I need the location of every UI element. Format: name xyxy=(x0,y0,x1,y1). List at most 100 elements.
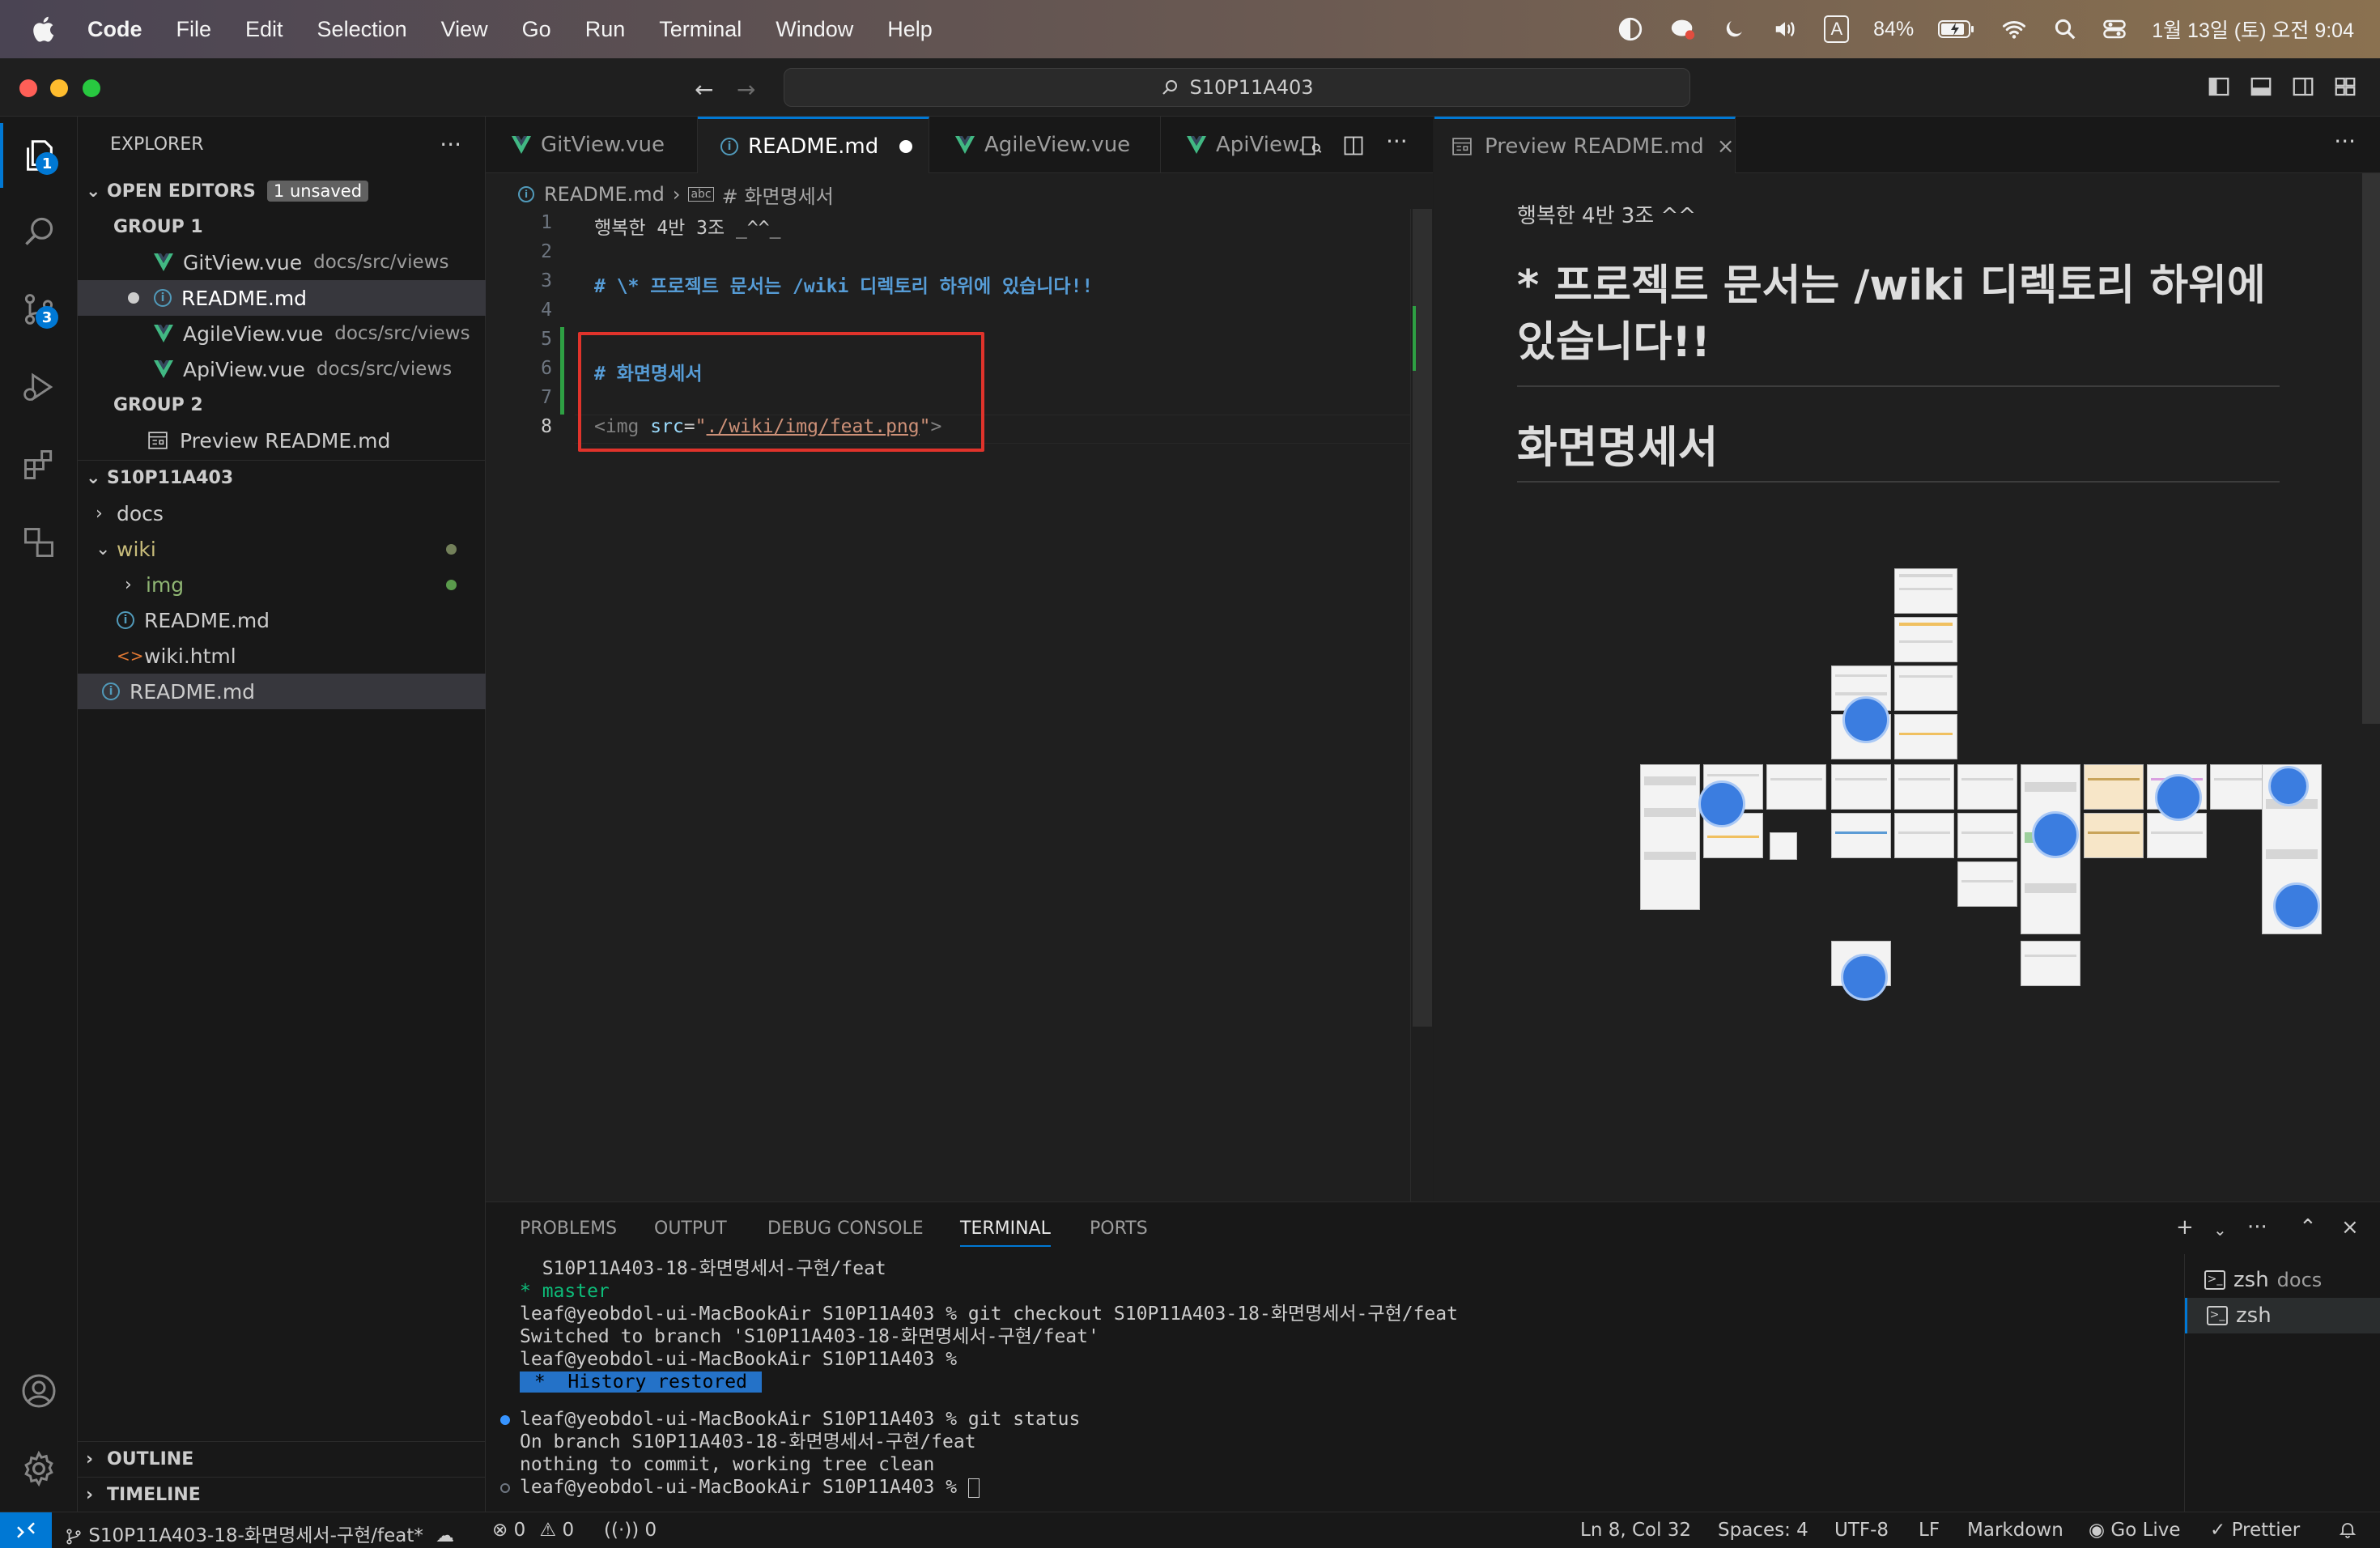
split-editor-icon[interactable] xyxy=(1342,134,1365,157)
toggle-primary-sidebar-icon[interactable] xyxy=(2207,74,2231,99)
activity-run-debug[interactable] xyxy=(15,363,63,411)
open-editor-agileview[interactable]: AgileView.vue docs/src/views xyxy=(78,316,486,351)
window-minimize-button[interactable] xyxy=(50,79,68,97)
window-zoom-button[interactable] xyxy=(83,79,100,97)
preview-more-actions-icon[interactable]: ··· xyxy=(2334,128,2356,155)
open-editor-readme[interactable]: i README.md xyxy=(78,280,486,316)
menu-terminal[interactable]: Terminal xyxy=(659,17,742,42)
open-editor-gitview[interactable]: GitView.vue docs/src/views xyxy=(78,245,486,280)
explorer-more-icon[interactable]: ··· xyxy=(440,131,461,158)
menubar-clock[interactable]: 1월 13일 (토) 오전 9:04 xyxy=(2152,15,2354,44)
chat-app-icon[interactable] xyxy=(1668,15,1698,43)
tree-folder-wiki[interactable]: ⌄ wiki xyxy=(78,531,486,567)
activity-search[interactable] xyxy=(15,207,63,256)
panel-tab-output[interactable]: OUTPUT xyxy=(654,1218,727,1239)
indentation[interactable]: Spaces: 4 xyxy=(1718,1520,1808,1541)
tree-file-root-readme[interactable]: i README.md xyxy=(78,674,486,709)
unsaved-dot-icon[interactable] xyxy=(899,139,913,153)
breadcrumb-file[interactable]: README.md xyxy=(544,183,665,206)
tree-folder-docs[interactable]: › docs xyxy=(78,495,486,531)
terminal-instance-docs[interactable]: >_ zsh docs xyxy=(2185,1262,2380,1298)
encoding[interactable]: UTF-8 xyxy=(1834,1520,1889,1541)
editor-scrollbar[interactable] xyxy=(1410,209,1433,1201)
input-method-indicator[interactable]: A xyxy=(1824,15,1850,43)
activity-source-control[interactable]: 3 xyxy=(15,285,63,334)
window-close-button[interactable] xyxy=(19,79,37,97)
volume-icon[interactable] xyxy=(1770,17,1800,41)
activity-accounts[interactable] xyxy=(15,1367,63,1415)
menu-go[interactable]: Go xyxy=(522,17,551,42)
remote-indicator[interactable] xyxy=(0,1512,52,1548)
menu-view[interactable]: View xyxy=(441,17,488,42)
terminal-instance-active[interactable]: >_ zsh xyxy=(2185,1298,2380,1333)
line-ending[interactable]: LF xyxy=(1919,1520,1940,1541)
nav-forward-icon[interactable]: → xyxy=(737,76,755,103)
group-2-label[interactable]: GROUP 2 xyxy=(78,387,486,423)
project-folder-section[interactable]: ⌄ S10P11A403 xyxy=(78,460,486,495)
panel-tab-debug-console[interactable]: DEBUG CONSOLE xyxy=(767,1218,924,1239)
activity-explorer[interactable]: 1 xyxy=(15,131,63,180)
activity-extensions[interactable] xyxy=(15,440,63,489)
outline-section[interactable]: › OUTLINE xyxy=(78,1441,486,1477)
tree-file-wiki-readme[interactable]: i README.md xyxy=(78,602,486,638)
language-mode[interactable]: Markdown xyxy=(1967,1520,2063,1541)
ports-indicator[interactable]: ((·)) 0 xyxy=(604,1520,657,1541)
timeline-section[interactable]: › TIMELINE xyxy=(78,1477,486,1512)
prettier-button[interactable]: ✓ Prettier xyxy=(2210,1520,2300,1541)
panel-tab-problems[interactable]: PROBLEMS xyxy=(520,1218,617,1239)
menu-edit[interactable]: Edit xyxy=(245,17,283,42)
spotlight-search-icon[interactable] xyxy=(2053,17,2077,41)
close-icon[interactable]: × xyxy=(1717,134,1735,159)
terminal-more-icon[interactable]: ··· xyxy=(2247,1215,2267,1240)
menu-help[interactable]: Help xyxy=(887,17,933,42)
open-editor-preview-readme[interactable]: Preview README.md xyxy=(78,423,486,458)
panel-tab-ports[interactable]: PORTS xyxy=(1090,1218,1148,1239)
menu-run[interactable]: Run xyxy=(585,17,626,42)
code-editor[interactable]: i README.md › abc # 화면명세서 1 2 3 4 5 6 7 … xyxy=(486,173,1433,1201)
tab-preview-readme[interactable]: Preview README.md × xyxy=(1434,117,1736,173)
go-live-button[interactable]: ◉ Go Live xyxy=(2089,1520,2181,1541)
tab-readme[interactable]: i README.md xyxy=(698,117,929,173)
apple-icon[interactable] xyxy=(29,14,60,45)
focus-moon-icon[interactable] xyxy=(1617,15,1644,43)
open-preview-to-side-icon[interactable] xyxy=(1300,134,1323,157)
notifications-bell-icon[interactable] xyxy=(2338,1520,2357,1544)
tab-apiview[interactable]: ApiView. xyxy=(1161,117,1308,173)
command-decoration-dot[interactable] xyxy=(500,1483,510,1493)
command-decoration-dot[interactable] xyxy=(500,1415,510,1425)
toggle-secondary-sidebar-icon[interactable] xyxy=(2291,74,2315,99)
cursor-position[interactable]: Ln 8, Col 32 xyxy=(1580,1520,1691,1541)
wifi-icon[interactable] xyxy=(2000,17,2029,41)
new-terminal-icon[interactable]: + xyxy=(2176,1215,2194,1240)
unsaved-dot-icon[interactable] xyxy=(128,292,139,304)
menu-file[interactable]: File xyxy=(176,17,212,42)
nav-back-icon[interactable]: ← xyxy=(695,76,713,103)
battery-charging-icon[interactable] xyxy=(1938,19,1975,40)
menu-app-code[interactable]: Code xyxy=(87,17,142,42)
customize-layout-icon[interactable] xyxy=(2333,74,2357,99)
preview-scrollbar[interactable] xyxy=(2362,173,2380,724)
activity-manage[interactable] xyxy=(15,1444,63,1493)
menu-window[interactable]: Window xyxy=(776,17,853,42)
activity-remote-explorer[interactable] xyxy=(15,518,63,567)
tree-file-wiki-html[interactable]: <> wiki.html xyxy=(78,638,486,674)
night-shift-moon-icon[interactable] xyxy=(1722,17,1746,41)
control-center-icon[interactable] xyxy=(2102,17,2127,41)
maximize-panel-icon[interactable]: ⌃ xyxy=(2299,1215,2317,1240)
menu-selection[interactable]: Selection xyxy=(317,17,407,42)
tab-gitview[interactable]: GitView.vue xyxy=(486,117,698,173)
close-panel-icon[interactable]: × xyxy=(2341,1215,2359,1240)
group-1-label[interactable]: GROUP 1 xyxy=(78,209,486,245)
breadcrumb-symbol[interactable]: # 화면명세서 xyxy=(722,181,834,209)
chevron-down-icon[interactable]: ⌄ xyxy=(2213,1220,2227,1240)
tab-agileview[interactable]: AgileView.vue xyxy=(929,117,1161,173)
command-center-search[interactable]: S10P11A403 xyxy=(784,68,1690,107)
toggle-panel-icon[interactable] xyxy=(2249,74,2273,99)
editor-more-actions-icon[interactable]: ··· xyxy=(1386,128,1408,155)
panel-tab-terminal[interactable]: TERMINAL xyxy=(960,1218,1051,1247)
tree-folder-img[interactable]: › img xyxy=(78,567,486,602)
branch-indicator[interactable]: S10P11A403-18-화면명세서-구현/feat* ☁ xyxy=(65,1520,454,1547)
problems-indicator[interactable]: ⊗ 0 ⚠ 0 xyxy=(492,1520,574,1541)
open-editors-section[interactable]: ⌄ OPEN EDITORS 1 unsaved xyxy=(78,173,486,209)
open-editor-apiview[interactable]: ApiView.vue docs/src/views xyxy=(78,351,486,387)
